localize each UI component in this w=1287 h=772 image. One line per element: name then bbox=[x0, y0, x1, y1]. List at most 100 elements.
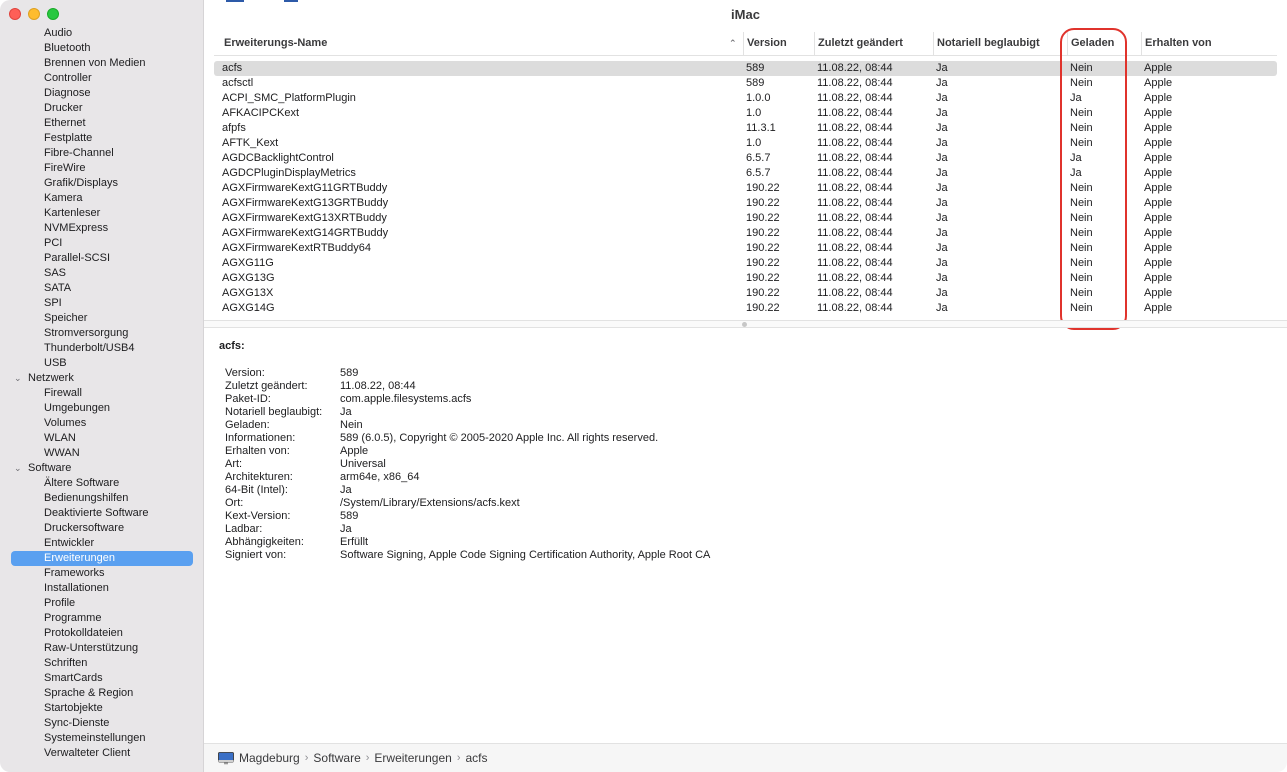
sidebar-item[interactable]: PCI bbox=[0, 236, 204, 251]
sidebar-item[interactable]: SPI bbox=[0, 296, 204, 311]
sidebar-item[interactable]: Frameworks bbox=[0, 566, 204, 581]
column-header[interactable]: Erhalten von bbox=[1141, 32, 1212, 56]
sidebar-item[interactable]: NVMExpress bbox=[0, 221, 204, 236]
table-cell: Apple bbox=[1144, 152, 1173, 164]
sidebar-item[interactable]: Druckersoftware bbox=[0, 521, 204, 536]
column-header[interactable]: Erweiterungs-Name bbox=[224, 32, 327, 56]
sidebar-item[interactable]: Brennen von Medien bbox=[0, 56, 204, 71]
sidebar-item-label: Festplatte bbox=[44, 132, 93, 144]
sidebar-group-software[interactable]: ⌄ Software bbox=[0, 461, 204, 476]
table-row[interactable]: acfs 589 11.08.22, 08:44 Ja Nein Apple bbox=[214, 61, 1277, 76]
sidebar-item[interactable]: Bluetooth bbox=[0, 41, 204, 56]
chevron-down-icon[interactable]: ⌄ bbox=[14, 461, 22, 476]
sidebar-item[interactable]: Fibre-Channel bbox=[0, 146, 204, 161]
breadcrumb-item[interactable]: Erweiterungen bbox=[374, 751, 451, 765]
detail-value: Ja bbox=[340, 484, 352, 496]
table-row[interactable]: ACPI_SMC_PlatformPlugin 1.0.0 11.08.22, 08… bbox=[214, 91, 1277, 106]
sidebar-item[interactable]: Bedienungshilfen bbox=[0, 491, 204, 506]
sidebar-item[interactable]: Raw-Unterstützung bbox=[0, 641, 204, 656]
table-row[interactable]: AFKACIPCKext 1.0 11.08.22, 08:44 Ja Nein Appl… bbox=[214, 106, 1277, 121]
sidebar-item[interactable]: Grafik/Displays bbox=[0, 176, 204, 191]
table-row[interactable]: AGXG13G 190.22 11.08.22, 08:44 Ja Nein Apple bbox=[214, 271, 1277, 286]
sidebar-item[interactable]: Erweiterungen bbox=[11, 551, 193, 566]
sidebar-item-label: Umgebungen bbox=[44, 402, 111, 414]
sidebar-item[interactable]: Schriften bbox=[0, 656, 204, 671]
sidebar-item[interactable]: Profile bbox=[0, 596, 204, 611]
sidebar-item[interactable]: Festplatte bbox=[0, 131, 204, 146]
chevron-down-icon[interactable]: ⌄ bbox=[14, 371, 22, 386]
table-row[interactable]: AGXFirmwareKextRTBuddy64 190.22 11.08.22, … bbox=[214, 241, 1277, 256]
sidebar-item[interactable]: Umgebungen bbox=[0, 401, 204, 416]
sidebar-item[interactable]: Entwickler bbox=[0, 536, 204, 551]
table-row[interactable]: AFTK_Kext 1.0 11.08.22, 08:44 Ja Nein Apple bbox=[214, 136, 1277, 151]
breadcrumb-item[interactable]: Software bbox=[313, 751, 360, 765]
sidebar-item[interactable]: Deaktivierte Software bbox=[0, 506, 204, 521]
table-cell: 11.3.1 bbox=[746, 122, 776, 134]
minimize-window-icon[interactable] bbox=[28, 8, 40, 20]
sidebar-item-label: Ältere Software bbox=[44, 477, 120, 489]
table-row[interactable]: afpfs 11.3.1 11.08.22, 08:44 Ja Nein Apple bbox=[214, 121, 1277, 136]
sidebar-item[interactable]: Stromversorgung bbox=[0, 326, 204, 341]
breadcrumb-item[interactable]: Magdeburg bbox=[239, 751, 300, 765]
table-row[interactable]: AGXFirmwareKextG11GRTBuddy 190.22 11.08.22… bbox=[214, 181, 1277, 196]
split-view-divider[interactable] bbox=[204, 320, 1287, 328]
table-row[interactable]: AGDCPluginDisplayMetrics 6.5.7 11.08.22, 0… bbox=[214, 166, 1277, 181]
table-cell: Nein bbox=[1070, 107, 1093, 119]
table-row[interactable]: AGDCBacklightControl 6.5.7 11.08.22, 08:44… bbox=[214, 151, 1277, 166]
sidebar-item[interactable]: Speicher bbox=[0, 311, 204, 326]
sidebar-item[interactable]: Installationen bbox=[0, 581, 204, 596]
sidebar-item[interactable]: Controller bbox=[0, 71, 204, 86]
breadcrumb-item[interactable]: acfs bbox=[465, 751, 487, 765]
table-row[interactable]: AGXG13X 190.22 11.08.22, 08:44 Ja Nein Apple bbox=[214, 286, 1277, 301]
table-cell: Ja bbox=[936, 62, 948, 74]
sidebar-item[interactable]: Kamera bbox=[0, 191, 204, 206]
sidebar-item-label: Fibre-Channel bbox=[44, 147, 114, 159]
table-row[interactable]: AGXG14G 190.22 11.08.22, 08:44 Ja Nein Apple bbox=[214, 301, 1277, 316]
sidebar-item[interactable]: Ethernet bbox=[0, 116, 204, 131]
sidebar-item[interactable]: SAS bbox=[0, 266, 204, 281]
table-row[interactable]: acfsctl 589 11.08.22, 08:44 Ja Nein Apple bbox=[214, 76, 1277, 91]
sidebar-item[interactable]: Programme bbox=[0, 611, 204, 626]
sidebar-item[interactable]: WWAN bbox=[0, 446, 204, 461]
sidebar-list: Audio Bluetooth Brennen von Medien Controll… bbox=[0, 26, 204, 761]
table-cell: Nein bbox=[1070, 137, 1093, 149]
table-row[interactable]: AGXG11G 190.22 11.08.22, 08:44 Ja Nein Apple bbox=[214, 256, 1277, 271]
fullscreen-window-icon[interactable] bbox=[47, 8, 59, 20]
sidebar-item[interactable]: Thunderbolt/USB4 bbox=[0, 341, 204, 356]
sidebar-item[interactable]: SmartCards bbox=[0, 671, 204, 686]
sidebar-item[interactable]: Sync-Dienste bbox=[0, 716, 204, 731]
column-header[interactable]: Version bbox=[743, 32, 787, 56]
sidebar-item[interactable]: Sprache & Region bbox=[0, 686, 204, 701]
sidebar-item[interactable]: Protokolldateien bbox=[0, 626, 204, 641]
sidebar-item[interactable]: Parallel-SCSI bbox=[0, 251, 204, 266]
table-cell: Apple bbox=[1144, 137, 1173, 149]
sidebar-item[interactable]: Drucker bbox=[0, 101, 204, 116]
table-row[interactable]: AGXFirmwareKextG13GRTBuddy 190.22 11.08.22… bbox=[214, 196, 1277, 211]
sidebar-item[interactable]: Firewall bbox=[0, 386, 204, 401]
column-header[interactable]: Zuletzt geändert bbox=[814, 32, 903, 56]
sidebar-item-label: SPI bbox=[44, 297, 62, 309]
sidebar-item[interactable]: Kartenleser bbox=[0, 206, 204, 221]
sidebar-item[interactable]: Audio bbox=[0, 26, 204, 41]
table-row[interactable]: AGXFirmwareKextG14GRTBuddy 190.22 11.08.22… bbox=[214, 226, 1277, 241]
detail-pane: acfs: Version: 589 Zuletzt geändert: 11.08.… bbox=[219, 340, 1219, 561]
divider-handle-icon[interactable] bbox=[742, 322, 747, 327]
sidebar-item[interactable]: WLAN bbox=[0, 431, 204, 446]
column-header[interactable]: Geladen bbox=[1067, 32, 1114, 56]
column-header[interactable]: Notariell beglaubigt bbox=[933, 32, 1040, 56]
sidebar-item[interactable]: SATA bbox=[0, 281, 204, 296]
sidebar-item[interactable]: Ältere Software bbox=[0, 476, 204, 491]
detail-title: acfs: bbox=[219, 340, 245, 352]
sidebar-item[interactable]: Diagnose bbox=[0, 86, 204, 101]
sidebar-item[interactable]: Verwalteter Client bbox=[0, 746, 204, 761]
sort-ascending-icon[interactable]: ⌃ bbox=[729, 32, 737, 54]
sidebar-item[interactable]: Systemeinstellungen bbox=[0, 731, 204, 746]
sidebar-item[interactable]: USB bbox=[0, 356, 204, 371]
close-window-icon[interactable] bbox=[9, 8, 21, 20]
sidebar-item[interactable]: Startobjekte bbox=[0, 701, 204, 716]
sidebar-item[interactable]: FireWire bbox=[0, 161, 204, 176]
sidebar-item[interactable]: Volumes bbox=[0, 416, 204, 431]
sidebar-group-netzwerk[interactable]: ⌄ Netzwerk bbox=[0, 371, 204, 386]
table-row[interactable]: AGXFirmwareKextG13XRTBuddy 190.22 11.08.22… bbox=[214, 211, 1277, 226]
table-cell: 190.22 bbox=[746, 272, 780, 284]
